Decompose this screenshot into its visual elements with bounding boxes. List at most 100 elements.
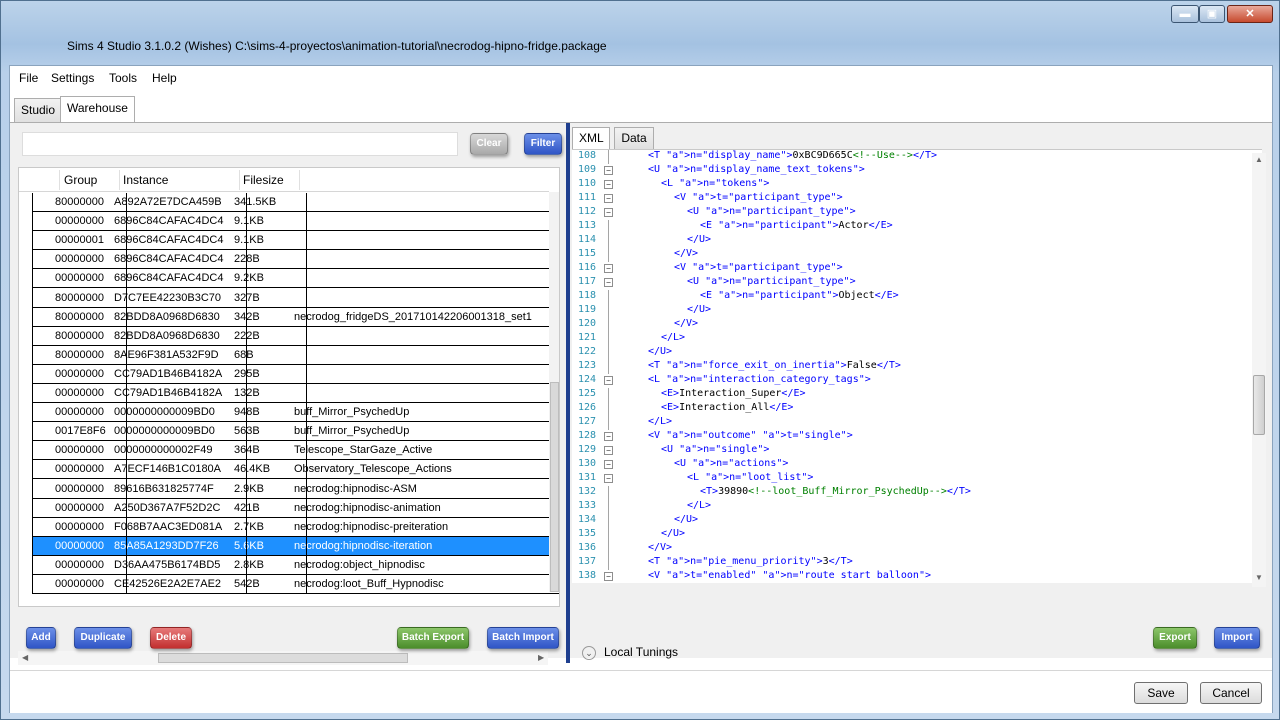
column-header-filesize[interactable]: Filesize bbox=[243, 173, 284, 187]
cell-name: necrodog_fridgeDS_201710142206001318_set… bbox=[294, 310, 532, 323]
table-row[interactable]: 00000000 0000000000002F49 364BTelescope_St… bbox=[32, 441, 559, 461]
tab-warehouse[interactable]: Warehouse bbox=[60, 96, 135, 122]
menu-tools[interactable]: Tools bbox=[109, 71, 137, 85]
code-text: <U "a">n="single"> bbox=[661, 444, 770, 455]
line-number: 128 bbox=[577, 430, 596, 441]
cancel-button[interactable]: Cancel bbox=[1200, 682, 1262, 704]
menu-help[interactable]: Help bbox=[152, 71, 177, 85]
scroll-thumb[interactable] bbox=[158, 653, 408, 663]
table-row[interactable]: 00000000 89616B631825774F 2.9KB necrodog:hi… bbox=[32, 480, 559, 499]
table-row[interactable]: 00000000 CC79AD1B46B4182A 132B bbox=[32, 384, 559, 403]
maximize-button[interactable]: ▣ bbox=[1199, 5, 1225, 23]
fold-toggle-icon[interactable]: − bbox=[604, 446, 613, 455]
table-vertical-scrollbar[interactable] bbox=[549, 192, 559, 592]
import-button[interactable]: Import bbox=[1214, 627, 1260, 649]
scroll-thumb[interactable] bbox=[1253, 375, 1265, 435]
editor-vertical-scrollbar[interactable]: ▲ ▼ bbox=[1252, 153, 1266, 587]
menu-bar: File Settings Tools Help bbox=[10, 66, 1272, 90]
cell-group: 00000000 bbox=[55, 272, 104, 285]
table-row[interactable]: 00000000 A250D367A7F52D2C 421Bnecrodog:hip… bbox=[32, 499, 559, 518]
menu-file[interactable]: File bbox=[19, 71, 38, 85]
cell-size: 46.4KB bbox=[234, 463, 271, 476]
fold-toggle-icon[interactable]: − bbox=[604, 572, 613, 581]
xml-editor[interactable]: 108 <T "a">n="display_name">0xBC9D665C<!-… bbox=[572, 149, 1262, 583]
close-button[interactable]: ✕ bbox=[1227, 5, 1273, 23]
search-input[interactable] bbox=[22, 132, 458, 156]
cell-instance: F068B7AAC3ED081A bbox=[114, 520, 223, 533]
minimize-button[interactable]: ▬ bbox=[1171, 5, 1199, 23]
cell-instance: 89616B631825774F bbox=[114, 482, 214, 495]
line-number: 123 bbox=[577, 360, 596, 371]
code-line: 112− <U "a">n="participant_type"> bbox=[572, 206, 1252, 220]
table-row[interactable]: 00000000 6896C84CAFAC4DC4 9.2KB bbox=[32, 269, 559, 289]
code-text: </V> bbox=[648, 542, 673, 553]
tab-data[interactable]: Data bbox=[614, 127, 654, 149]
table-row[interactable]: 00000000 6896C84CAFAC4DC4 9.1KB bbox=[32, 212, 559, 232]
batch-export-button[interactable]: Batch Export bbox=[397, 627, 469, 649]
table-row[interactable]: 00000000 6896C84CAFAC4DC4 228B bbox=[32, 250, 559, 270]
fold-toggle-icon[interactable]: − bbox=[604, 432, 613, 441]
fold-toggle-icon[interactable]: − bbox=[604, 194, 613, 203]
table-row[interactable]: 80000000 82BDD8A0968D6830 342Bnecrodog_fri… bbox=[32, 308, 559, 327]
cell-group: 00000000 bbox=[55, 387, 104, 399]
scroll-thumb[interactable] bbox=[550, 382, 559, 592]
column-header-group[interactable]: Group bbox=[64, 173, 97, 187]
table-row[interactable]: 00000000 85A85A1293DD7F26 5.6KB necrodog:hi… bbox=[32, 536, 559, 556]
cell-size: 295B bbox=[234, 368, 292, 380]
expand-icon[interactable]: ⌄ bbox=[582, 645, 596, 660]
table-row[interactable]: 80000000 A892A72E7DCA459B 341.5KB bbox=[32, 193, 559, 212]
fold-toggle-icon[interactable]: − bbox=[604, 474, 613, 483]
line-number: 127 bbox=[577, 416, 596, 427]
fold-toggle-icon[interactable]: − bbox=[604, 208, 613, 217]
scroll-down-icon[interactable]: ▼ bbox=[1255, 573, 1263, 582]
table-header: Group Instance Filesize bbox=[19, 168, 549, 192]
tab-studio[interactable]: Studio bbox=[14, 98, 63, 122]
table-row[interactable]: 00000000 A7ECF146B1C0180A 46.4KB Observator… bbox=[32, 460, 559, 480]
fold-toggle-icon[interactable]: − bbox=[604, 460, 613, 469]
fold-toggle-icon[interactable]: − bbox=[604, 278, 613, 287]
code-text: <U "a">n="actions"> bbox=[674, 458, 789, 469]
table-horizontal-scrollbar[interactable]: ◀ ▶ bbox=[18, 651, 548, 665]
fold-toggle-icon[interactable]: − bbox=[604, 180, 613, 189]
fold-toggle-icon[interactable]: − bbox=[604, 376, 613, 385]
table-row[interactable]: 80000000 8AE96F381A532F9D 68B bbox=[32, 346, 559, 365]
table-row[interactable]: 00000000 D36AA475B6174BD5 2.8KB necrodog:ob… bbox=[32, 556, 559, 575]
save-button[interactable]: Save bbox=[1134, 682, 1188, 704]
batch-import-button[interactable]: Batch Import bbox=[487, 627, 559, 649]
tab-xml[interactable]: XML bbox=[572, 127, 610, 149]
line-number: 130 bbox=[577, 458, 596, 469]
cell-instance: A7ECF146B1C0180A bbox=[114, 463, 222, 476]
scroll-left-icon[interactable]: ◀ bbox=[22, 653, 28, 662]
add-button[interactable]: Add bbox=[26, 627, 56, 649]
column-separator bbox=[299, 170, 300, 190]
local-tunings-expander[interactable]: ⌄ Local Tunings bbox=[582, 645, 678, 660]
table-row[interactable]: 00000000 CE42526E2A2E7AE2 542Bnecrodog:loo… bbox=[32, 575, 559, 594]
cell-name: Observatory_Telescope_Actions bbox=[294, 463, 452, 476]
line-number: 111 bbox=[577, 192, 596, 203]
fold-toggle-icon[interactable]: − bbox=[604, 264, 613, 273]
table-row[interactable]: 00000000 F068B7AAC3ED081A 2.7KB necrodog:hi… bbox=[32, 518, 559, 537]
filter-button[interactable]: Filter bbox=[524, 133, 562, 155]
delete-button[interactable]: Delete bbox=[150, 627, 192, 649]
table-row[interactable]: 00000000 0000000000009BD0 948Bbuff_Mirror_… bbox=[32, 403, 559, 423]
table-row[interactable]: 00000000 CC79AD1B46B4182A 295B bbox=[32, 365, 559, 384]
table-row[interactable]: 80000000 D7C7EE42230B3C70 327B bbox=[32, 289, 559, 308]
scroll-right-icon[interactable]: ▶ bbox=[538, 653, 544, 662]
table-row[interactable]: 00000001 6896C84CAFAC4DC4 9.1KB bbox=[32, 231, 559, 251]
scroll-up-icon[interactable]: ▲ bbox=[1255, 155, 1263, 164]
cell-size: 341.5KB bbox=[234, 196, 277, 208]
panel-splitter[interactable] bbox=[566, 123, 570, 663]
cell-instance: CC79AD1B46B4182A bbox=[114, 387, 223, 399]
code-line: 134 </U> bbox=[572, 514, 1252, 528]
fold-guide bbox=[608, 416, 609, 430]
export-button[interactable]: Export bbox=[1153, 627, 1197, 649]
clear-button[interactable]: Clear bbox=[470, 133, 508, 155]
menu-settings[interactable]: Settings bbox=[51, 71, 94, 85]
fold-guide bbox=[608, 346, 609, 360]
column-header-instance[interactable]: Instance bbox=[123, 173, 168, 187]
fold-toggle-icon[interactable]: − bbox=[604, 166, 613, 175]
table-row[interactable]: 0017E8F6 0000000000009BD0 563Bbuff_Mirror_… bbox=[32, 422, 559, 442]
cell-group: 00000000 bbox=[55, 215, 104, 228]
duplicate-button[interactable]: Duplicate bbox=[74, 627, 132, 649]
table-row[interactable]: 80000000 82BDD8A0968D6830 222B bbox=[32, 327, 559, 346]
